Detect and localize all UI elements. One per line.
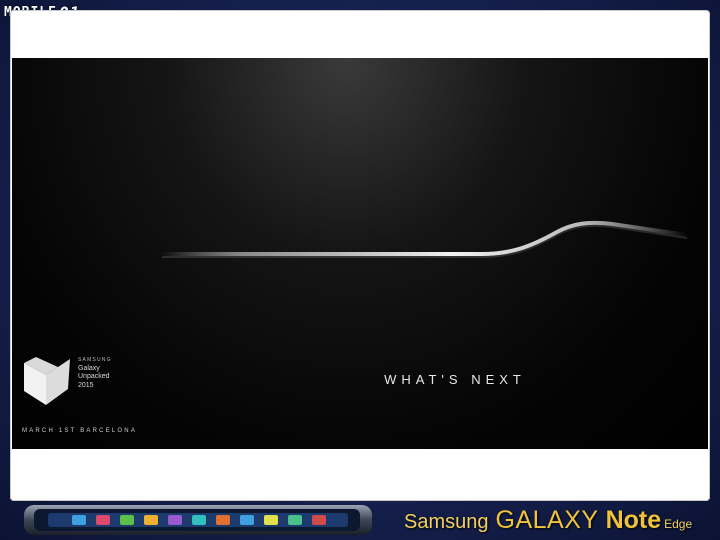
event-brand: SAMSUNG [78, 357, 112, 363]
phone-image [24, 505, 372, 535]
event-branding: SAMSUNG Galaxy Unpacked 2015 [78, 356, 112, 390]
tagline: WHAT'S NEXT [384, 372, 526, 387]
teaser-image: WHAT'S NEXT SAMSUNG Galaxy Unpacked 2015… [12, 58, 708, 449]
event-name-line2: Unpacked [78, 373, 110, 380]
event-year: 2015 [78, 381, 94, 389]
unpacked-box-logo [24, 357, 70, 405]
event-date-location: MARCH 1ST BARCELONA [22, 428, 138, 434]
banner-brand: Samsung [404, 511, 489, 533]
banner-edition: Edge [664, 517, 693, 531]
banner-model: GALAXY [495, 506, 599, 534]
curved-edge-silhouette [160, 220, 689, 258]
event-name-line1: Galaxy [78, 364, 100, 372]
banner-variant: Note [605, 506, 662, 534]
product-name-banner: Samsung GALAXY Note Edge [404, 506, 692, 535]
